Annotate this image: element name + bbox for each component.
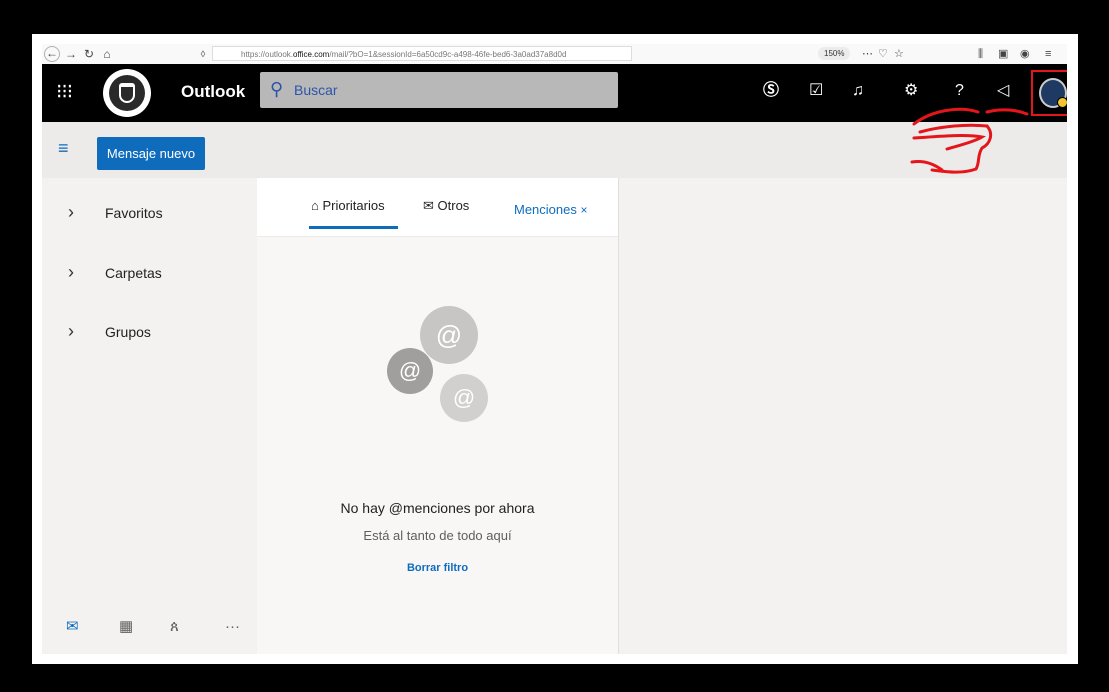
outlook-window: ← → ↻ ⌂ ◊ https://outlook.office.com/mai…	[42, 44, 1067, 654]
pointing-hand-annotation	[910, 107, 1029, 174]
screenshot-frame: ← → ↻ ⌂ ◊ https://outlook.office.com/mai…	[32, 34, 1078, 664]
